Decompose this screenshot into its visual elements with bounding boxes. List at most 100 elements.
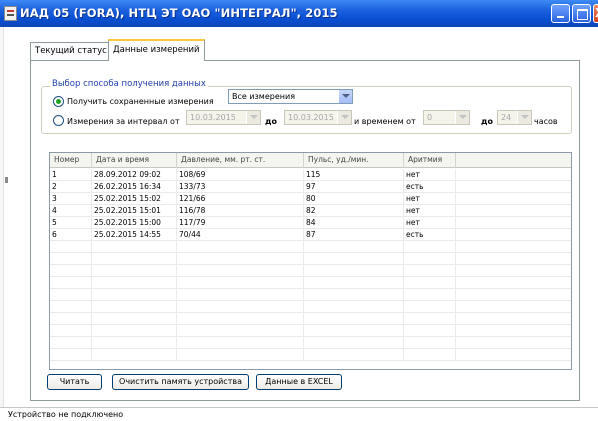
table-cell [304, 277, 404, 289]
table-cell [404, 289, 456, 301]
measurements-table[interactable]: Номер Дата и время Давление, мм. рт. ст.… [49, 152, 572, 370]
table-cell: 1 [50, 169, 92, 181]
table-cell [92, 349, 177, 361]
radio-saved-label[interactable]: Получить сохраненные измерения [67, 97, 214, 106]
chevron-down-icon[interactable] [337, 111, 351, 124]
table-cell [404, 265, 456, 277]
table-cell [177, 265, 304, 277]
table-cell [404, 313, 456, 325]
table-cell [456, 193, 571, 205]
table-cell: 4 [50, 205, 92, 217]
table-cell [304, 349, 404, 361]
table-row[interactable]: 2 26.02.2015 16:34 133/73 97 есть [50, 181, 571, 193]
table-cell: 80 [304, 193, 404, 205]
radio-saved-measurements[interactable] [53, 96, 64, 107]
table-cell: 25.02.2015 15:01 [92, 205, 177, 217]
table-row-empty[interactable] [50, 325, 571, 337]
table-cell [404, 301, 456, 313]
table-row-empty[interactable] [50, 241, 571, 253]
table-row[interactable]: 3 25.02.2015 15:02 121/66 80 нет [50, 193, 571, 205]
tab-measurement-data[interactable]: Данные измерений [108, 39, 205, 61]
table-cell: 3 [50, 193, 92, 205]
table-cell [50, 277, 92, 289]
table-cell [404, 349, 456, 361]
column-header-arrhythmia[interactable]: Аритмия [404, 153, 456, 168]
minimize-button[interactable] [551, 4, 570, 23]
table-cell: 84 [304, 217, 404, 229]
table-row-empty[interactable] [50, 313, 571, 325]
table-cell [50, 265, 92, 277]
table-cell [177, 313, 304, 325]
table-cell [456, 349, 571, 361]
app-icon[interactable] [4, 6, 17, 21]
table-cell [92, 301, 177, 313]
column-header-number[interactable]: Номер [50, 153, 92, 168]
table-row[interactable]: 5 25.02.2015 15:00 117/79 84 нет [50, 217, 571, 229]
table-cell: нет [404, 169, 456, 181]
table-cell [404, 325, 456, 337]
table-cell: 116/78 [177, 205, 304, 217]
table-cell [456, 181, 571, 193]
table-cell [304, 313, 404, 325]
table-cell [456, 325, 571, 337]
table-row-empty[interactable] [50, 277, 571, 289]
time-to-select[interactable]: 24 [497, 110, 532, 125]
maximize-button[interactable] [572, 4, 591, 23]
table-row[interactable]: 6 25.02.2015 14:55 70/44 87 есть [50, 229, 571, 241]
table-cell [456, 217, 571, 229]
date-to-label: до [265, 117, 277, 126]
status-bar: Устройство не подключено [0, 407, 598, 421]
table-cell: нет [404, 205, 456, 217]
tab-current-status[interactable]: Текущий статус [30, 42, 112, 60]
table-cell: 25.02.2015 15:00 [92, 217, 177, 229]
close-button[interactable] [593, 4, 598, 23]
date-to-picker[interactable]: 10.03.2015 [284, 110, 352, 125]
table-cell [404, 337, 456, 349]
column-header-pressure[interactable]: Давление, мм. рт. ст. [177, 153, 304, 168]
table-row[interactable]: 4 25.02.2015 15:01 116/78 82 нет [50, 205, 571, 217]
table-cell: 25.02.2015 14:55 [92, 229, 177, 241]
radio-interval-label[interactable]: Измерения за интервал от [67, 117, 180, 126]
export-excel-button[interactable]: Данные в EXCEL [256, 374, 342, 390]
title-bar[interactable]: ИАД 05 (FORA), НТЦ ЭТ ОАО "ИНТЕГРАЛ", 20… [0, 0, 598, 27]
table-row[interactable]: 1 28.09.2012 09:02 108/69 115 нет [50, 169, 571, 181]
hours-label: часов [534, 117, 558, 126]
chevron-down-icon[interactable] [338, 90, 352, 103]
radio-interval-measurements[interactable] [53, 115, 64, 126]
chevron-down-icon[interactable] [517, 111, 531, 124]
chevron-down-icon[interactable] [246, 111, 260, 124]
table-cell [50, 337, 92, 349]
column-header-pulse[interactable]: Пульс, уд./мин. [304, 153, 404, 168]
chevron-down-icon[interactable] [455, 111, 469, 124]
table-cell [304, 289, 404, 301]
table-cell [92, 325, 177, 337]
column-header-datetime[interactable]: Дата и время [92, 153, 177, 168]
table-cell [304, 325, 404, 337]
table-cell [304, 337, 404, 349]
table-cell [456, 301, 571, 313]
date-from-picker[interactable]: 10.03.2015 [186, 110, 261, 125]
date-to-value: 10.03.2015 [288, 113, 334, 122]
clear-memory-button[interactable]: Очистить память устройства [112, 374, 249, 390]
table-cell [92, 277, 177, 289]
table-cell [50, 253, 92, 265]
table-row-empty[interactable] [50, 349, 571, 361]
read-button[interactable]: Читать [47, 374, 102, 390]
table-cell [456, 241, 571, 253]
table-row-empty[interactable] [50, 253, 571, 265]
table-cell [50, 289, 92, 301]
table-row-empty[interactable] [50, 337, 571, 349]
table-row-empty[interactable] [50, 301, 571, 313]
table-row-empty[interactable] [50, 265, 571, 277]
table-cell [177, 253, 304, 265]
time-from-select[interactable]: 0 [423, 110, 470, 125]
table-cell [92, 337, 177, 349]
table-cell [404, 277, 456, 289]
table-cell [304, 301, 404, 313]
table-cell [404, 241, 456, 253]
saved-measurements-select[interactable]: Все измерения [228, 89, 353, 104]
time-to-value: 24 [501, 113, 512, 122]
table-cell: 2 [50, 181, 92, 193]
date-from-value: 10.03.2015 [190, 113, 236, 122]
table-row-empty[interactable] [50, 289, 571, 301]
